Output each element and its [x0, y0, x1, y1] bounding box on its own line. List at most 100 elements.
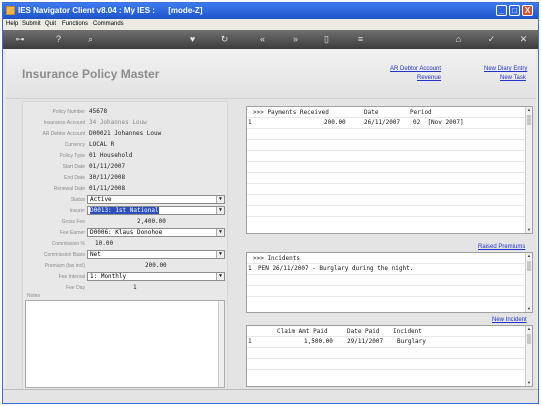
ar-debtor-account-label: AR Debtor Account: [42, 131, 85, 137]
grid-line: [247, 274, 525, 275]
payments-scrollbar[interactable]: ▲ ▼: [525, 107, 532, 233]
claims-scrollbar[interactable]: ▲ ▼: [525, 326, 532, 386]
raised-premiums-link[interactable]: Raised Premiums: [478, 244, 525, 250]
fee-interval-select[interactable]: 1: Monthly ▼: [87, 272, 225, 281]
renewal-date-value: 01/11/2008: [89, 185, 126, 192]
insurance-account-label: Insurance Account: [43, 120, 85, 126]
incidents-panel: >>> Incidents 1 PEN 26/11/2007 - Burglar…: [246, 252, 533, 313]
policy-type-value: 01 Household: [89, 152, 133, 159]
grid-line: [247, 205, 525, 206]
claim-amount: 1,500.00: [304, 338, 333, 345]
revenue-link[interactable]: Revenue: [417, 75, 441, 81]
list-icon[interactable]: ≡: [355, 34, 366, 45]
app-icon: [6, 6, 15, 15]
fee-interval-label: Fee Interval: [58, 274, 85, 280]
close-icon[interactable]: ✕: [518, 34, 529, 45]
back-icon[interactable]: «: [257, 34, 268, 45]
premium-value[interactable]: 200.00: [145, 262, 167, 269]
chevron-down-icon[interactable]: ▼: [216, 207, 224, 214]
start-date-label: Start Date: [62, 164, 85, 170]
end-date-value: 30/11/2008: [89, 174, 126, 181]
menu-commands[interactable]: Commands: [93, 21, 124, 27]
payments-period-header: Period: [410, 109, 432, 116]
scroll-up-icon[interactable]: ▲: [526, 253, 532, 259]
new-task-link[interactable]: New Task: [500, 75, 526, 81]
scroll-thumb[interactable]: [527, 261, 531, 271]
commission-basis-select[interactable]: Net ▼: [87, 250, 225, 259]
grid-line: [247, 194, 525, 195]
grid-line: [247, 369, 525, 370]
key-icon[interactable]: ⊶: [9, 34, 31, 45]
scroll-up-icon[interactable]: ▲: [526, 326, 532, 332]
search-icon[interactable]: ⌕: [85, 34, 96, 45]
heart-icon[interactable]: ♥: [187, 34, 198, 45]
payment-date: 26/11/2007: [364, 119, 401, 126]
page-header: Insurance Policy Master AR Debtor Accoun…: [6, 49, 536, 99]
ar-debtor-account-link[interactable]: AR Debtor Account: [390, 66, 441, 72]
scroll-thumb[interactable]: [527, 115, 531, 125]
chevron-down-icon[interactable]: ▼: [216, 229, 224, 236]
help-icon[interactable]: ?: [53, 34, 64, 45]
minimize-button[interactable]: _: [496, 5, 507, 16]
check-icon[interactable]: ✓: [486, 34, 497, 45]
new-incident-link[interactable]: New Incident: [492, 317, 527, 323]
payments-date-header: Date: [364, 109, 379, 116]
gross-fee-label: Gross Fee: [61, 219, 85, 225]
title-bar: IES Navigator Client v8.04 : My IES : [m…: [3, 3, 538, 19]
status-bar: [3, 389, 538, 403]
home-icon[interactable]: ⌂: [453, 34, 464, 45]
menu-submit[interactable]: Submit: [22, 21, 41, 27]
chevron-down-icon[interactable]: ▼: [216, 273, 224, 280]
new-diary-entry-link[interactable]: New Diary Entry: [484, 66, 527, 72]
commission-pct-value[interactable]: 10.00: [95, 240, 113, 247]
app-window: IES Navigator Client v8.04 : My IES : [m…: [2, 2, 539, 404]
refresh-icon[interactable]: ↻: [219, 34, 230, 45]
document-icon[interactable]: ▯: [321, 34, 332, 45]
grid-line: [247, 296, 525, 297]
currency-value: LOCAL R: [89, 141, 115, 148]
menu-quit[interactable]: Quit: [45, 21, 56, 27]
scroll-down-icon[interactable]: ▼: [526, 227, 532, 233]
row-number: 1: [248, 338, 252, 345]
maximize-button[interactable]: □: [509, 5, 520, 16]
chevron-down-icon[interactable]: ▼: [216, 196, 224, 203]
commission-basis-select-value: Net: [90, 251, 101, 258]
menu-functions[interactable]: Functions: [62, 21, 88, 27]
claims-date-header: Date Paid: [347, 328, 380, 335]
incidents-scrollbar[interactable]: ▲ ▼: [525, 253, 532, 312]
policy-number-value: 45678: [89, 108, 108, 115]
insurer-select[interactable]: D0013: 1st National ▼: [87, 206, 225, 215]
grid-line: [247, 172, 525, 173]
menu-help[interactable]: Help: [6, 21, 18, 27]
renewal-date-label: Renewal Date: [53, 186, 85, 192]
end-date-label: End Date: [64, 175, 85, 181]
grid-line: [247, 285, 525, 286]
incident-text: PEN 26/11/2007 - Burglary during the nig…: [258, 265, 414, 272]
scroll-thumb[interactable]: [527, 334, 531, 344]
fee-earner-select[interactable]: D0006: Klaus Donohoe ▼: [87, 228, 225, 237]
payments-header: >>> Payments Received: [253, 109, 329, 116]
grid-line: [247, 183, 525, 184]
scroll-up-icon[interactable]: ▲: [526, 107, 532, 113]
status-select-value: Active: [90, 196, 112, 203]
ar-debtor-account-value: D00021 Johannes Louw: [89, 130, 162, 137]
premium-label: Premium (tax incl): [44, 263, 85, 269]
status-select[interactable]: Active ▼: [87, 195, 225, 204]
gross-fee-value[interactable]: 2,400.00: [137, 218, 166, 225]
close-window-button[interactable]: X: [522, 5, 533, 16]
claim-incident: Burglary: [397, 338, 426, 345]
scroll-down-icon[interactable]: ▼: [526, 380, 532, 386]
forward-icon[interactable]: »: [290, 34, 301, 45]
scroll-down-icon[interactable]: ▼: [526, 306, 532, 312]
window-title: IES Navigator Client v8.04 : My IES : [m…: [18, 6, 203, 15]
commission-basis-label: Commission Basis: [43, 252, 85, 258]
policy-type-label: Policy Type: [59, 153, 85, 159]
notes-scrollbar[interactable]: [218, 301, 224, 387]
menu-bar: Help Submit Quit Functions Commands: [3, 19, 538, 30]
grid-line: [247, 139, 525, 140]
chevron-down-icon[interactable]: ▼: [216, 251, 224, 258]
page-title: Insurance Policy Master: [22, 67, 160, 81]
grid-line: [247, 150, 525, 151]
fee-day-value[interactable]: 1: [133, 284, 137, 291]
notes-textarea[interactable]: [25, 300, 225, 388]
